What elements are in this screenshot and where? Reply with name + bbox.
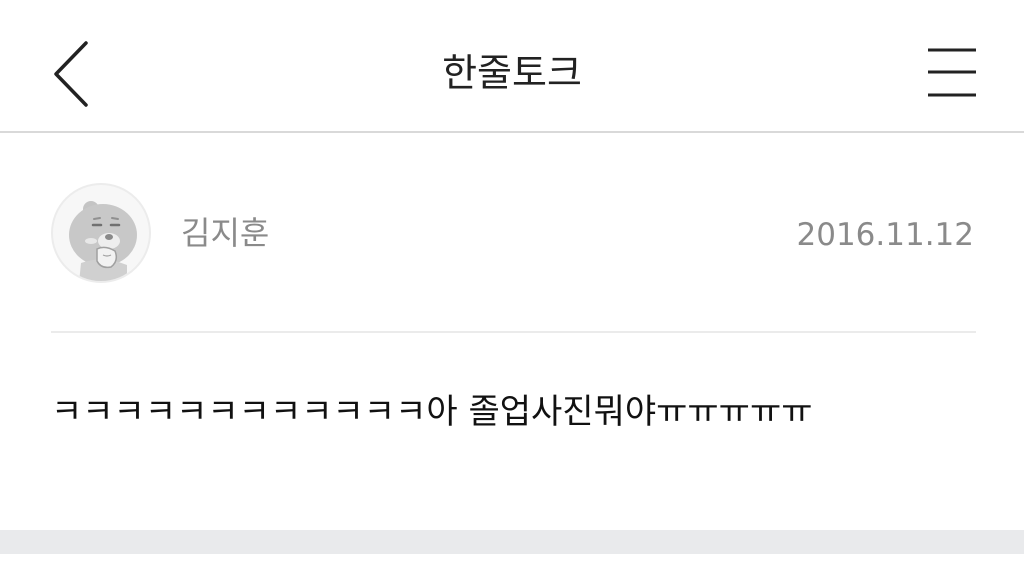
character-avatar-icon bbox=[69, 201, 137, 281]
divider bbox=[51, 331, 976, 333]
top-navigation-bar: 한줄토크 bbox=[0, 0, 1024, 133]
page-title: 한줄토크 bbox=[442, 51, 582, 95]
post-card: 김지훈 2016.11.12 ㅋㅋㅋㅋㅋㅋㅋㅋㅋㅋㅋㅋ아 졸업사진뭐야ㅠㅠㅠㅠㅠ bbox=[0, 135, 1024, 530]
post-date: 2016.11.12 bbox=[796, 217, 975, 253]
hamburger-menu-icon bbox=[928, 48, 976, 97]
author-name[interactable]: 김지훈 bbox=[181, 211, 269, 255]
avatar[interactable] bbox=[51, 183, 151, 283]
post-message: ㅋㅋㅋㅋㅋㅋㅋㅋㅋㅋㅋㅋ아 졸업사진뭐야ㅠㅠㅠㅠㅠ bbox=[51, 392, 813, 432]
app-screen: 한줄토크 김지훈 2016.11.12 ㅋㅋㅋㅋㅋㅋㅋㅋㅋㅋㅋㅋ아 졸업사진뭐야… bbox=[0, 0, 1024, 577]
section-separator bbox=[0, 530, 1024, 554]
menu-button[interactable] bbox=[918, 42, 984, 106]
